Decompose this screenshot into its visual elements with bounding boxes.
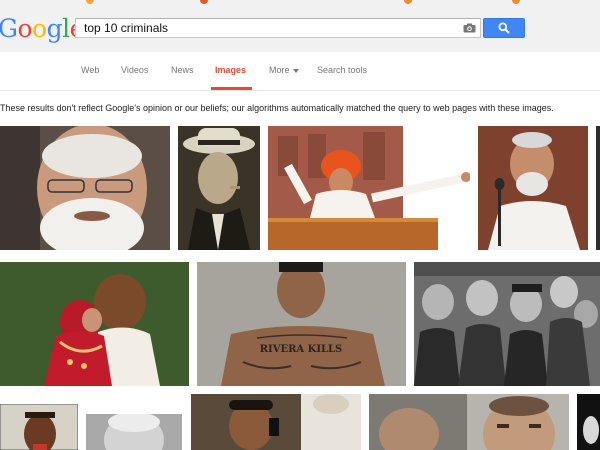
tab-videos[interactable]: Videos [121,65,148,75]
tab-more-label: More [269,65,290,75]
search-tabs: Web Videos News Images More Search tools [0,52,600,91]
tab-images[interactable]: Images [215,65,246,75]
active-tab-indicator [211,87,252,90]
image-result[interactable] [86,414,182,450]
image-man-on-phone [191,394,361,450]
image-result[interactable] [0,404,78,450]
bookmark-icon [404,0,412,4]
image-result[interactable] [0,262,189,386]
bookmark-icon [512,0,520,4]
image-cutoff [596,126,600,250]
search-header: Google [0,8,600,52]
results-disclaimer: These results don't reflect Google's opi… [0,103,554,113]
search-box [75,18,481,38]
tab-search-tools[interactable]: Search tools [317,65,367,75]
tab-news[interactable]: News [171,65,194,75]
image-black-and-white-crowd [414,262,600,386]
image-result[interactable] [369,394,569,450]
image-result[interactable] [191,394,361,450]
image-result[interactable]: RIVERA KILLS [197,262,406,386]
image-result[interactable] [178,126,260,250]
image-couple-embrace [0,262,189,386]
bookmark-icon [86,0,94,4]
image-man-face-closeup [369,394,569,450]
image-vintage-fedora-man [178,126,260,250]
image-portrait-white-beard [0,126,170,250]
image-result[interactable] [478,126,588,250]
image-mugshot-man [0,404,78,450]
image-tattooed-man-mugshot: RIVERA KILLS [197,262,406,386]
image-speaker-at-microphone [478,126,588,250]
image-result[interactable] [577,394,600,450]
bookmark-icon [200,0,208,4]
camera-icon[interactable] [463,23,476,33]
image-result[interactable] [414,262,600,386]
image-older-man-portrait [86,414,182,450]
image-dark-partial [577,394,600,450]
image-speaker-orange-turban [268,126,470,250]
image-result[interactable] [596,126,600,250]
search-button[interactable] [483,18,525,38]
search-icon [498,22,510,34]
image-result[interactable] [0,126,170,250]
tab-web[interactable]: Web [81,65,99,75]
tab-more[interactable]: More [269,65,299,75]
google-logo[interactable]: Google [0,14,84,43]
tattoo-text: RIVERA KILLS [260,344,343,355]
chevron-down-icon [292,68,299,73]
image-result[interactable] [268,126,470,250]
search-input[interactable] [80,20,458,36]
